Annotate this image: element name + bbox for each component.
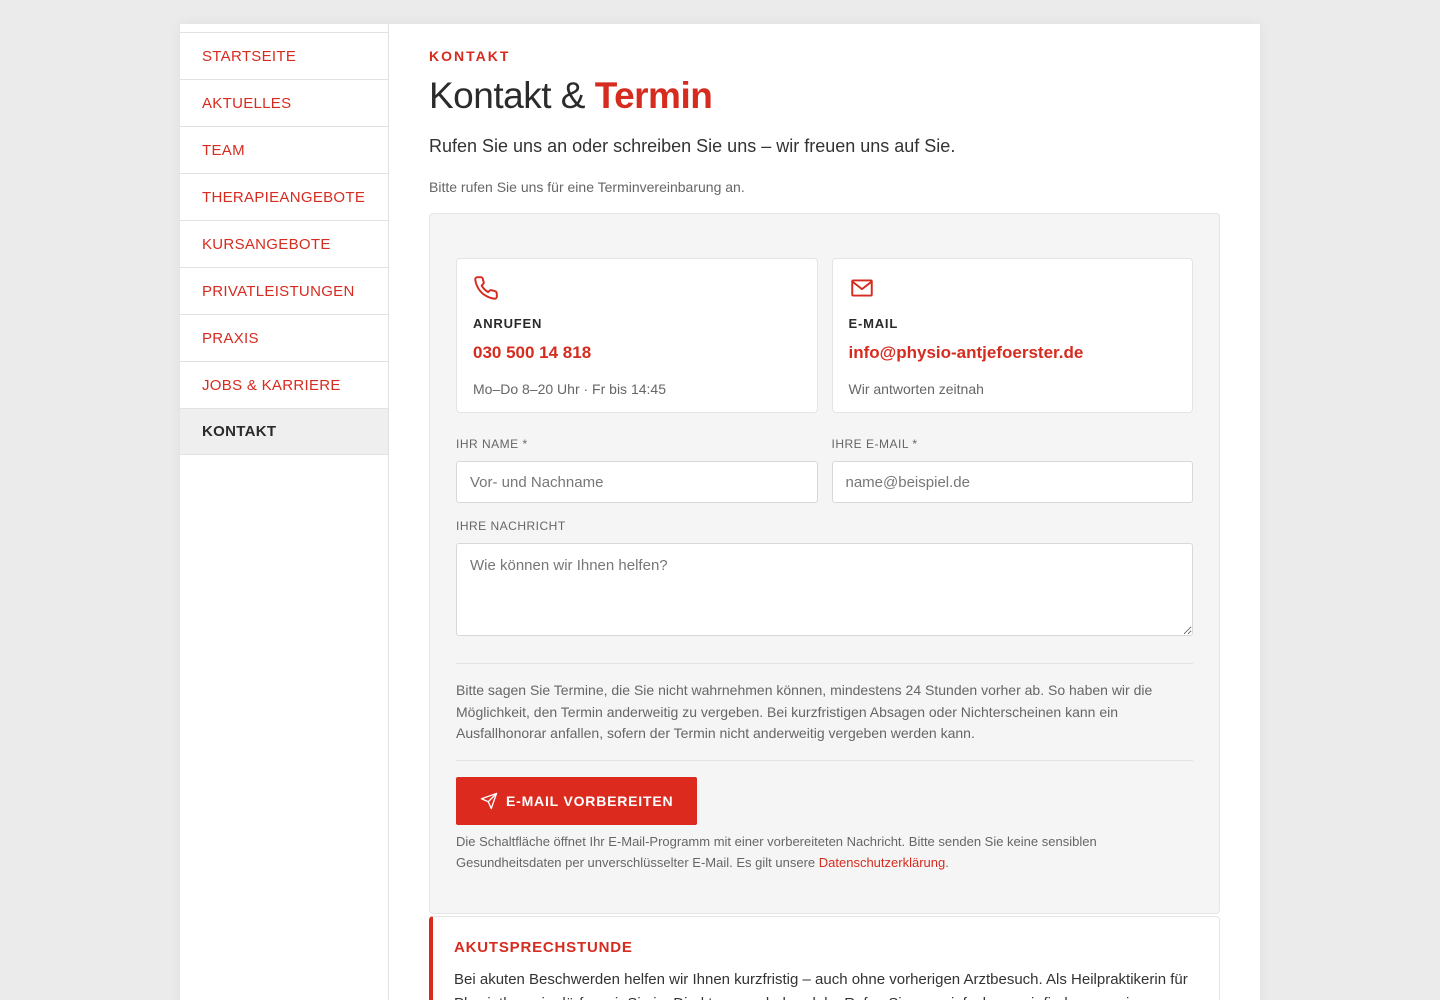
divider: [456, 663, 1193, 664]
email-field-group: IHRE E-MAIL *: [831, 437, 1193, 503]
sidebar-item-aktuelles[interactable]: AKTUELLES: [180, 79, 388, 126]
appointment-note: Bitte rufen Sie uns für eine Terminverei…: [429, 179, 745, 195]
sidebar-item-jobs-karriere[interactable]: JOBS & KARRIERE: [180, 361, 388, 408]
sidebar-item-privatleistungen[interactable]: PRIVATLEISTUNGEN: [180, 267, 388, 314]
send-icon: [480, 792, 498, 809]
cancellation-policy: Bitte sagen Sie Termine, die Sie nicht w…: [456, 682, 1153, 741]
email-privacy-note-text: Die Schaltfläche öffnet Ihr E-Mail-Progr…: [456, 833, 1097, 870]
prepare-email-button-label: E-MAIL VORBEREITEN: [506, 792, 674, 809]
email-address-link[interactable]: info@physio-antjefoerster.de: [849, 343, 1177, 363]
email-privacy-note-end: .: [945, 854, 949, 870]
section-eyebrow: KONTAKT: [429, 48, 511, 64]
contact-panel: ANRUFEN 030 500 14 818 Mo–Do 8–20 Uhr · …: [429, 213, 1220, 914]
email-field-label: IHRE E-MAIL *: [831, 437, 918, 451]
message-field-group: IHRE NACHRICHT: [456, 519, 1193, 641]
phone-icon: [474, 276, 498, 300]
sidebar-item-kursangebote[interactable]: KURSANGEBOTE: [180, 220, 388, 267]
message-textarea[interactable]: [456, 543, 1193, 636]
name-field-label: IHR NAME *: [456, 437, 528, 451]
sidebar-item-praxis[interactable]: PRAXIS: [180, 314, 388, 361]
email-input[interactable]: [831, 461, 1193, 503]
divider: [456, 759, 1193, 761]
phone-hours: Mo–Do 8–20 Uhr · Fr bis 14:45: [473, 381, 666, 397]
phone-card[interactable]: ANRUFEN 030 500 14 818 Mo–Do 8–20 Uhr · …: [456, 258, 818, 413]
sidebar-item-startseite[interactable]: STARTSEITE: [180, 32, 388, 79]
phone-card-label: ANRUFEN: [473, 316, 543, 331]
privacy-policy-link[interactable]: Datenschutzerklärung: [819, 855, 945, 870]
page-title: Kontakt & Termin: [429, 74, 1220, 118]
prepare-email-button[interactable]: E-MAIL VORBEREITEN: [456, 776, 698, 825]
email-privacy-note: Die Schaltfläche öffnet Ihr E-Mail-Progr…: [456, 831, 1193, 873]
acute-consultation-box: AKUTSPRECHSTUNDE Bei akuten Beschwerden …: [429, 915, 1220, 1000]
email-response-note: Wir antworten zeitnah: [848, 381, 984, 397]
page-title-main: Kontakt &: [429, 75, 595, 116]
mail-icon: [850, 279, 873, 297]
phone-number-link[interactable]: 030 500 14 818: [473, 343, 801, 363]
sidebar-item-therapieangebote[interactable]: THERAPIEANGEBOTE: [180, 173, 388, 220]
acute-consultation-title: AKUTSPRECHSTUNDE: [454, 938, 633, 956]
message-field-label: IHRE NACHRICHT: [456, 519, 566, 533]
form-row-contact: IHR NAME * IHRE E-MAIL *: [456, 437, 1193, 503]
sidebar-item-kontakt[interactable]: KONTAKT: [180, 408, 388, 455]
contact-cards: ANRUFEN 030 500 14 818 Mo–Do 8–20 Uhr · …: [456, 258, 1193, 413]
name-input[interactable]: [456, 461, 818, 503]
sidebar-item-team[interactable]: TEAM: [180, 126, 388, 173]
page-frame: STARTSEITE AKTUELLES TEAM THERAPIEANGEBO…: [180, 24, 1260, 1000]
name-field-group: IHR NAME *: [456, 437, 818, 503]
email-card[interactable]: E-MAIL info@physio-antjefoerster.de Wir …: [831, 258, 1193, 413]
sidebar-nav: STARTSEITE AKTUELLES TEAM THERAPIEANGEBO…: [180, 24, 389, 1000]
acute-consultation-text: Bei akuten Beschwerden helfen wir Ihnen …: [454, 970, 1188, 1000]
main-content: KONTAKT Kontakt & Termin Rufen Sie uns a…: [389, 24, 1260, 1000]
email-card-label: E-MAIL: [848, 316, 899, 331]
lead-text: Rufen Sie uns an oder schreiben Sie uns …: [429, 136, 956, 156]
page-title-accent: Termin: [594, 75, 713, 116]
